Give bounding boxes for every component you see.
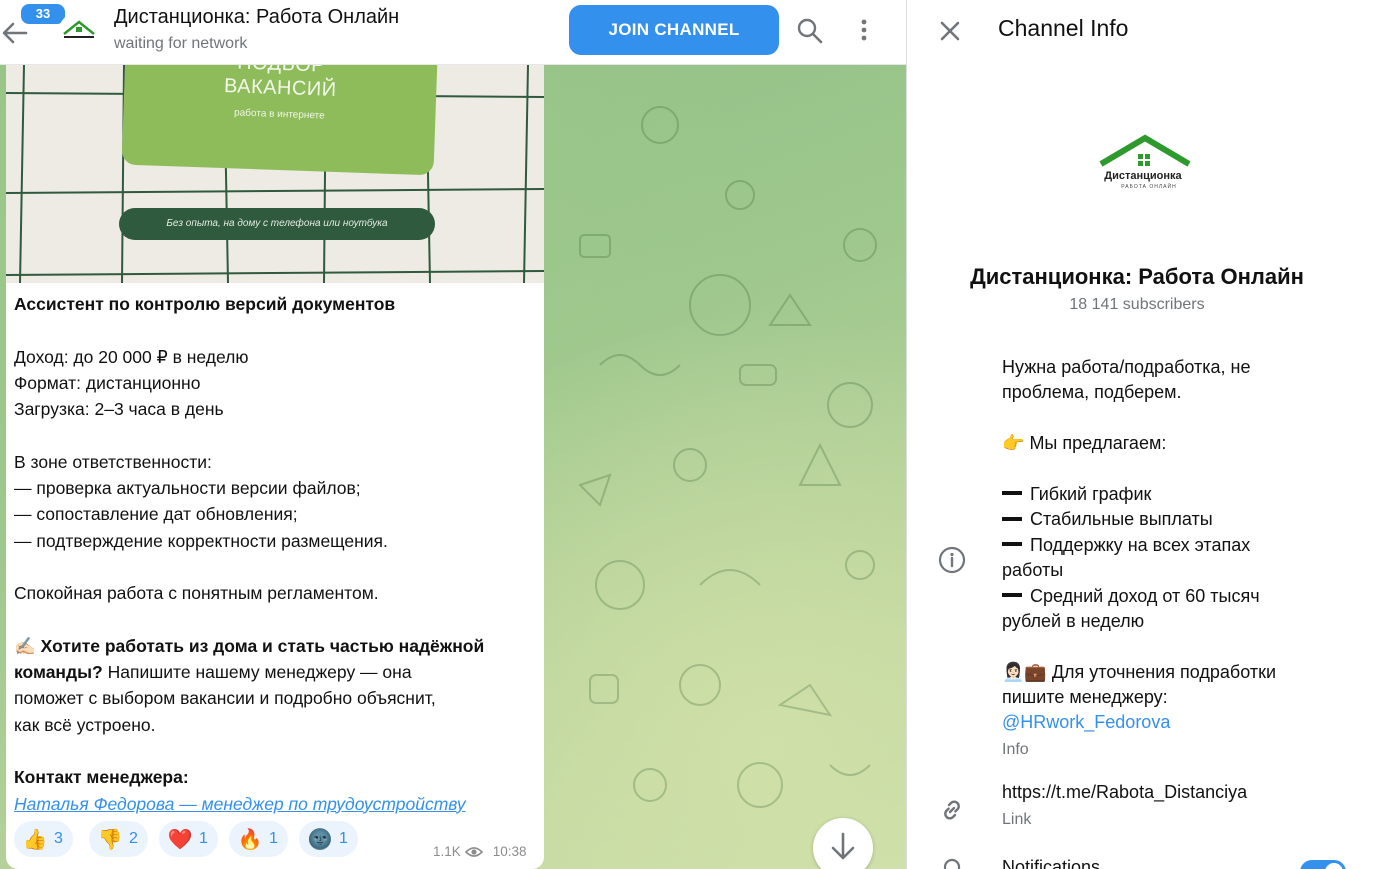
dash-marker [1002,491,1022,496]
notifications-label: Notifications [1002,857,1101,869]
join-channel-button[interactable]: JOIN CHANNEL [569,5,779,55]
eye-icon [464,846,483,857]
dash-marker [1002,516,1022,521]
channel-link[interactable]: https://t.me/Rabota_Distanciya [1002,782,1247,803]
post-line: — подтверждение корректности размещения. [14,530,388,551]
message-time: 10:38 [492,844,527,859]
channel-info-panel: Channel Info Дистанционка РАБОТА ОНЛАЙН … [906,0,1373,869]
link-label: Link [1002,811,1032,828]
channel-logo [63,20,95,38]
post-line: В зоне ответственности: [14,451,212,472]
reaction-thumbs-up[interactable]: 👍 3 [14,821,73,857]
reaction-thumbs-down[interactable]: 👎 2 [89,821,148,857]
post-line: команды? Напишите нашему менеджеру — она [14,662,412,683]
post-line: Контакт менеджера: [14,767,189,788]
logo-text: Дистанционка [1104,170,1182,182]
chat-title[interactable]: Дистанционка: Работа Онлайн [114,6,399,29]
post-line: как всё устроено. [14,714,156,735]
post-line: Формат: дистанционно [14,372,201,393]
post-line: поможет с выбором вакансии и подробно об… [14,688,436,709]
chat-area: ПОДБОР ВАКАНСИЙ работа в интернете Без о… [0,0,906,869]
channel-description: Нужна работа/подработка, не проблема, по… [1002,357,1276,733]
manager-emoji: 👩🏻‍💼💼 [1002,661,1047,682]
search-icon [797,18,823,44]
post-text: Ассистент по контролю версий документов … [14,291,538,817]
pointing-emoji: 👉 [1002,433,1025,454]
notifications-toggle[interactable] [1300,860,1346,869]
logo-subtext: РАБОТА ОНЛАЙН [1121,182,1176,190]
chat-status: waiting for network [114,35,248,52]
promo-subtitle: работа в интернете [233,107,325,122]
chevron-down-icon [831,832,855,860]
reaction-heart[interactable]: ❤️ 1 [159,821,218,857]
post-line: Загрузка: 2–3 часа в день [14,399,224,420]
bell-icon [937,856,967,869]
more-vertical-icon [861,19,867,41]
reaction-fire[interactable]: 🔥 1 [229,821,288,857]
more-button[interactable] [850,16,880,46]
post-heading: Ассистент по контролю версий документов [14,294,396,314]
info-icon [937,545,967,575]
subscriber-count: 18 141 subscribers [1069,296,1205,313]
channel-post: ПОДБОР ВАКАНСИЙ работа в интернете Без о… [6,65,544,869]
manager-username-link[interactable]: @HRwork_Fedorova [1002,712,1170,732]
chat-header: 33 Дистанционка: Работа Онлайн waiting f… [0,0,906,65]
scroll-down-button[interactable] [813,818,873,869]
promo-pill: Без опыта, на дому с телефона или ноутбу… [119,208,435,240]
channel-logo-large[interactable]: Дистанционка РАБОТА ОНЛАЙН [1093,134,1197,194]
post-line: ✍🏻 Хотите работать из дома и стать часть… [14,635,485,656]
views-count: 1.1K [433,844,461,859]
manager-link[interactable]: Наталья Федорова — менеджер по трудоустр… [14,794,466,814]
link-icon [937,795,967,825]
reaction-moon[interactable]: 🌚 1 [299,821,358,857]
post-line: — проверка актуальности версии файлов; [14,478,361,499]
channel-name: Дистанционка: Работа Онлайн [970,264,1304,289]
promo-card: ПОДБОР ВАКАНСИЙ работа в интернете [121,65,439,176]
message-meta: 1.1K 10:38 [433,844,527,859]
writing-hand-emoji: ✍🏻 [14,635,36,656]
channel-avatar[interactable] [58,12,100,54]
info-label: Info [1002,741,1029,758]
post-image[interactable]: ПОДБОР ВАКАНСИЙ работа в интернете Без о… [6,65,544,283]
close-icon [940,21,960,41]
dash-marker [1002,592,1022,597]
panel-title: Channel Info [998,15,1129,41]
post-line: Доход: до 20 000 ₽ в неделю [14,346,249,367]
dash-marker [1002,541,1022,546]
post-line: — сопоставление дат обновления; [14,504,298,525]
back-arrow-icon [2,22,28,44]
close-button[interactable] [935,16,965,46]
search-button[interactable] [795,16,825,46]
post-line: Спокойная работа с понятным регламентом. [14,583,379,604]
